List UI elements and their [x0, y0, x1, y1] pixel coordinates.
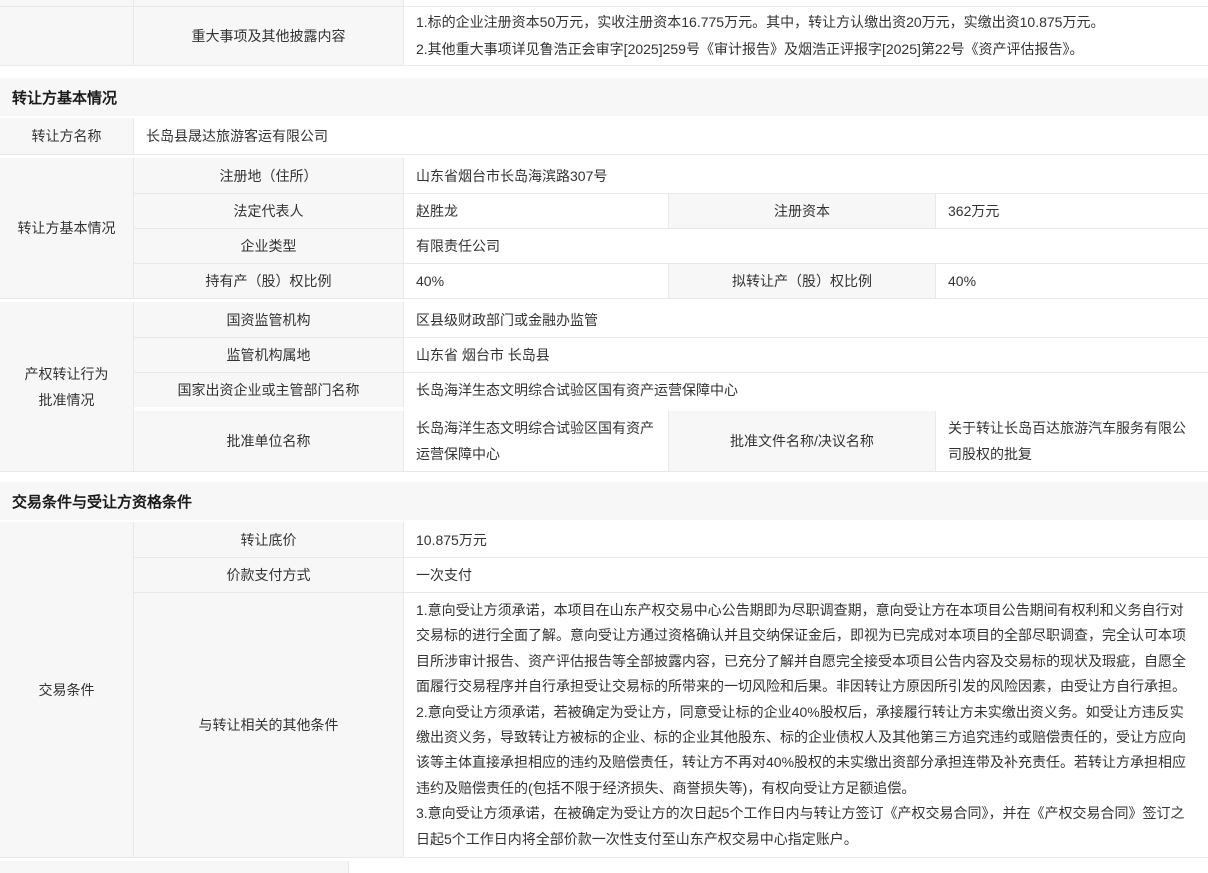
company-type-value: 有限责任公司	[403, 229, 1208, 263]
regulator-location-value: 山东省 烟台市 长岛县	[403, 338, 1208, 372]
other-conditions-paragraph-1: 1.意向受让方须承诺，本项目在山东产权交易中心公告期即为尽职调查期，意向受让方在…	[416, 598, 1196, 700]
major-matters-row: 重大事项及其他披露内容 1.标的企业注册资本50万元，实收注册资本16.775万…	[0, 7, 1208, 66]
next-row-label-cell	[0, 861, 348, 873]
transfer-ratio-value: 40%	[935, 264, 1208, 298]
regulator-label: 国资监管机构	[134, 302, 403, 337]
transferor-basic-rows: 注册地（住所） 山东省烟台市长岛海滨路307号 法定代表人 赵胜龙 注册资本 3…	[133, 158, 1208, 298]
trade-conditions-rows: 转让底价 10.875万元 价款支付方式 一次支付 与转让相关的其他条件 1.意…	[133, 522, 1208, 857]
approval-group-label: 产权转让行为 批准情况	[0, 302, 133, 471]
major-matters-value: 1.标的企业注册资本50万元，实收注册资本16.775万元。其中，转让方认缴出资…	[403, 7, 1208, 65]
approval-group-label-line2: 批准情况	[39, 387, 95, 413]
previous-row-group-cell	[0, 0, 133, 6]
section-gap	[0, 66, 1208, 78]
held-ratio-label: 持有产（股）权比例	[134, 264, 403, 298]
reg-address-value: 山东省烟台市长岛海滨路307号	[403, 158, 1208, 193]
reg-address-label: 注册地（住所）	[134, 158, 403, 193]
state-funded-org-label: 国家出资企业或主管部门名称	[134, 373, 403, 407]
transfer-ratio-label: 拟转让产（股）权比例	[668, 264, 935, 298]
transferor-name-row: 转让方名称 长岛县晟达旅游客运有限公司	[0, 118, 1208, 155]
next-row-value-cell	[348, 861, 1208, 873]
legal-rep-value: 赵胜龙	[403, 194, 668, 228]
section-title-transferor: 转让方基本情况	[0, 78, 1208, 116]
legal-rep-row: 法定代表人 赵胜龙 注册资本 362万元	[134, 193, 1208, 228]
legal-rep-label: 法定代表人	[134, 194, 403, 228]
company-type-row: 企业类型 有限责任公司	[134, 228, 1208, 263]
major-matters-value-line2: 2.其他重大事项详见鲁浩正会审字[2025]259号《审计报告》及烟浩正评报字[…	[416, 36, 1083, 63]
regulator-value: 区县级财政部门或金融办监管	[403, 302, 1208, 337]
state-funded-org-row: 国家出资企业或主管部门名称 长岛海洋生态文明综合试验区国有资产运营保障中心	[134, 372, 1208, 407]
previous-row-label-cell	[133, 0, 403, 6]
reg-address-row: 注册地（住所） 山东省烟台市长岛海滨路307号	[134, 158, 1208, 193]
major-matters-group-cell	[0, 7, 133, 65]
state-funded-org-value: 长岛海洋生态文明综合试验区国有资产运营保障中心	[403, 373, 1208, 407]
other-conditions-value: 1.意向受让方须承诺，本项目在山东产权交易中心公告期即为尽职调查期，意向受让方在…	[403, 593, 1208, 857]
approval-group-label-line1: 产权转让行为	[25, 361, 109, 387]
payment-method-row: 价款支付方式 一次支付	[134, 557, 1208, 592]
transferor-basic-group: 转让方基本情况 注册地（住所） 山东省烟台市长岛海滨路307号 法定代表人 赵胜…	[0, 158, 1208, 299]
registered-capital-value: 362万元	[935, 194, 1208, 228]
section-title-trade-conditions: 交易条件与受让方资格条件	[0, 482, 1208, 520]
section-gap	[0, 472, 1208, 482]
registered-capital-label: 注册资本	[668, 194, 935, 228]
major-matters-value-line1: 1.标的企业注册资本50万元，实收注册资本16.775万元。其中，转让方认缴出资…	[416, 9, 1104, 36]
asset-transfer-disclosure-page: 重大事项及其他披露内容 1.标的企业注册资本50万元，实收注册资本16.775万…	[0, 0, 1208, 873]
payment-method-label: 价款支付方式	[134, 558, 403, 592]
previous-row-value-cell	[403, 0, 1208, 6]
other-conditions-paragraph-3: 3.意向受让方须承诺，在被确定为受让方的次日起5个工作日内与转让方签订《产权交易…	[416, 801, 1196, 852]
regulator-location-label: 监管机构属地	[134, 338, 403, 372]
approval-doc-label: 批准文件名称/决议名称	[668, 411, 935, 471]
approval-unit-value: 长岛海洋生态文明综合试验区国有资产运营保障中心	[403, 411, 668, 471]
next-row-cut	[0, 861, 1208, 873]
approval-group: 产权转让行为 批准情况 国资监管机构 区县级财政部门或金融办监管 监管机构属地 …	[0, 302, 1208, 472]
approval-rows: 国资监管机构 区县级财政部门或金融办监管 监管机构属地 山东省 烟台市 长岛县 …	[133, 302, 1208, 471]
company-type-label: 企业类型	[134, 229, 403, 263]
floor-price-label: 转让底价	[134, 522, 403, 557]
other-conditions-paragraph-2: 2.意向受让方须承诺，若被确定为受让方，同意受让标的企业40%股权后，承接履行转…	[416, 700, 1196, 802]
transferor-name-label: 转让方名称	[0, 118, 133, 154]
other-conditions-row: 与转让相关的其他条件 1.意向受让方须承诺，本项目在山东产权交易中心公告期即为尽…	[134, 592, 1208, 857]
regulator-location-row: 监管机构属地 山东省 烟台市 长岛县	[134, 337, 1208, 372]
floor-price-value: 10.875万元	[403, 522, 1208, 557]
trade-conditions-group: 交易条件 转让底价 10.875万元 价款支付方式 一次支付 与转让相关的其他条…	[0, 522, 1208, 858]
approval-unit-label: 批准单位名称	[134, 411, 403, 471]
trade-conditions-group-label: 交易条件	[0, 522, 133, 857]
held-ratio-row: 持有产（股）权比例 40% 拟转让产（股）权比例 40%	[134, 263, 1208, 298]
floor-price-row: 转让底价 10.875万元	[134, 522, 1208, 557]
other-conditions-label: 与转让相关的其他条件	[134, 593, 403, 857]
held-ratio-value: 40%	[403, 264, 668, 298]
approval-doc-value: 关于转让长岛百达旅游汽车服务有限公司股权的批复	[935, 411, 1208, 471]
previous-row-cut	[0, 0, 1208, 7]
payment-method-value: 一次支付	[403, 558, 1208, 592]
regulator-row: 国资监管机构 区县级财政部门或金融办监管	[134, 302, 1208, 337]
major-matters-label: 重大事项及其他披露内容	[133, 7, 403, 65]
transferor-name-value: 长岛县晟达旅游客运有限公司	[133, 118, 1208, 154]
transferor-basic-group-label: 转让方基本情况	[0, 158, 133, 298]
approval-unit-row: 批准单位名称 长岛海洋生态文明综合试验区国有资产运营保障中心 批准文件名称/决议…	[134, 411, 1208, 471]
